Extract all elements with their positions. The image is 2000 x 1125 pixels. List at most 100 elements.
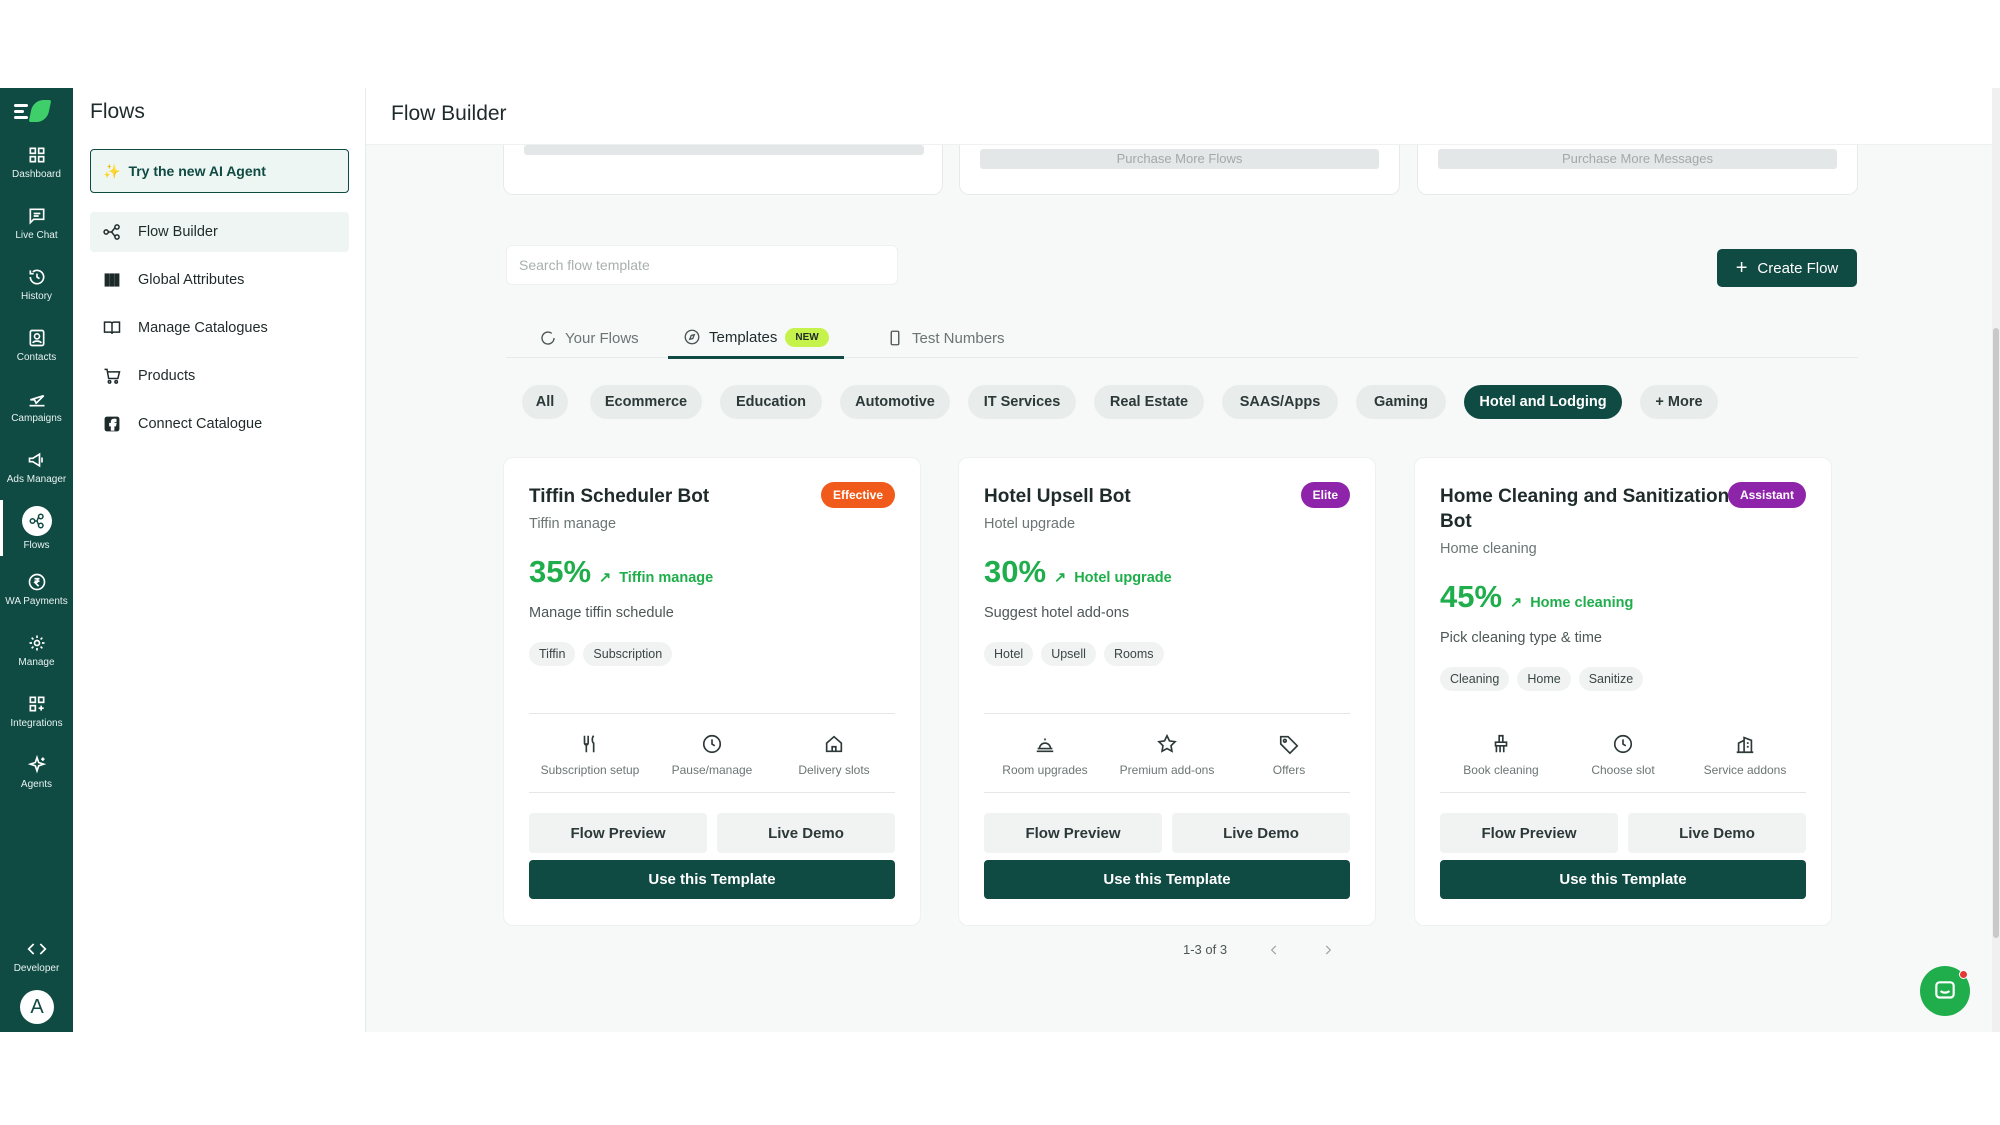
card-buttons: Flow Preview Live Demo bbox=[529, 813, 895, 853]
feature: Book cleaning bbox=[1440, 733, 1562, 793]
chip-education[interactable]: Education bbox=[720, 385, 822, 419]
card-description: Suggest hotel add-ons bbox=[984, 605, 1130, 621]
gear-icon bbox=[29, 635, 44, 650]
messages-card: Purchase More Messages bbox=[1417, 143, 1858, 195]
rail-label: Campaigns bbox=[11, 412, 62, 424]
trend-up-icon: ↗ bbox=[1510, 595, 1523, 611]
tab-test-numbers[interactable]: Test Numbers bbox=[886, 318, 1005, 358]
purchase-messages-button[interactable]: Purchase More Messages bbox=[1438, 149, 1837, 169]
template-card: Hotel Upsell Bot Elite Hotel upgrade 30%… bbox=[958, 457, 1376, 926]
search-input[interactable]: Search flow template bbox=[506, 245, 898, 285]
feature: Offers bbox=[1228, 733, 1350, 793]
rail-flows[interactable]: Flows bbox=[0, 500, 73, 556]
chevron-left-icon[interactable] bbox=[1267, 943, 1281, 957]
facebook-icon bbox=[104, 416, 120, 432]
card-trend: Tiffin manage bbox=[619, 570, 714, 586]
rail-label: Flows bbox=[23, 539, 50, 551]
chat-icon bbox=[29, 208, 44, 225]
pagination-text: 1-3 of 3 bbox=[1183, 942, 1228, 957]
card-description: Pick cleaning type & time bbox=[1440, 630, 1602, 646]
rail-dashboard[interactable]: Dashboard bbox=[0, 134, 73, 190]
tabs: Your Flows Templates NEW Test Numbers bbox=[506, 318, 1858, 359]
template-card: Home Cleaning and Sanitization Bot Assis… bbox=[1414, 457, 1832, 926]
rail-live-chat[interactable]: Live Chat bbox=[0, 195, 73, 251]
send-icon bbox=[29, 394, 44, 406]
rail-label: Agents bbox=[20, 778, 53, 790]
chat-icon bbox=[1935, 981, 1955, 999]
rail-ads-manager[interactable]: Ads Manager bbox=[0, 439, 73, 495]
tab-your-flows[interactable]: Your Flows bbox=[539, 318, 639, 358]
chip-ecommerce[interactable]: Ecommerce bbox=[590, 385, 702, 419]
card-subtitle: Home cleaning bbox=[1440, 541, 1537, 557]
cart-icon bbox=[104, 368, 121, 384]
feature: Pause/manage bbox=[651, 733, 773, 793]
chip-real-estate[interactable]: Real Estate bbox=[1094, 385, 1204, 419]
rail-agents[interactable]: Agents bbox=[0, 744, 73, 800]
side-item-connect-catalogue[interactable]: Connect Catalogue bbox=[90, 404, 349, 444]
card-badge: Assistant bbox=[1727, 482, 1806, 508]
divider bbox=[984, 792, 1350, 793]
tag: Rooms bbox=[1103, 642, 1164, 666]
try-ai-agent-button[interactable]: ✨ Try the new AI Agent bbox=[90, 149, 349, 193]
card-tags: Tiffin Subscription bbox=[529, 642, 673, 666]
card-percent: 45% bbox=[1440, 579, 1503, 614]
tag: Hotel bbox=[984, 642, 1034, 666]
chat-widget-button[interactable] bbox=[1920, 966, 1970, 1016]
scrollbar-thumb[interactable] bbox=[1993, 328, 1999, 938]
flow-preview-button[interactable]: Flow Preview bbox=[984, 813, 1162, 853]
live-demo-button[interactable]: Live Demo bbox=[1172, 813, 1350, 853]
rail-manage[interactable]: Manage bbox=[0, 622, 73, 678]
tab-templates[interactable]: Templates NEW bbox=[668, 318, 844, 359]
sparkle-icon bbox=[27, 754, 46, 773]
flow-preview-button[interactable]: Flow Preview bbox=[529, 813, 707, 853]
feature-label: Room upgrades bbox=[1002, 763, 1088, 777]
rail-contacts[interactable]: Contacts bbox=[0, 317, 73, 373]
live-demo-button[interactable]: Live Demo bbox=[1628, 813, 1806, 853]
rail-history[interactable]: History bbox=[0, 256, 73, 312]
compass-icon bbox=[684, 329, 700, 345]
side-item-flow-builder[interactable]: Flow Builder bbox=[90, 212, 349, 252]
avatar[interactable]: A bbox=[20, 990, 54, 1024]
use-template-button[interactable]: Use this Template bbox=[1440, 860, 1806, 899]
feature: Premium add-ons bbox=[1106, 733, 1228, 793]
side-item-products[interactable]: Products bbox=[90, 356, 349, 396]
utensils-icon bbox=[583, 735, 595, 753]
topbar: Flow Builder bbox=[366, 88, 2000, 145]
side-item-manage-catalogues[interactable]: Manage Catalogues bbox=[90, 308, 349, 348]
clock-icon bbox=[702, 734, 722, 754]
rail-integrations[interactable]: Integrations bbox=[0, 683, 73, 739]
flow-preview-button[interactable]: Flow Preview bbox=[1440, 813, 1618, 853]
feature: Subscription setup bbox=[529, 733, 651, 793]
rail-campaigns[interactable]: Campaigns bbox=[0, 378, 73, 434]
chip-more[interactable]: + More bbox=[1640, 385, 1718, 419]
use-template-button[interactable]: Use this Template bbox=[984, 860, 1350, 899]
use-template-button[interactable]: Use this Template bbox=[529, 860, 895, 899]
rupee-icon bbox=[28, 573, 45, 590]
rail-label: History bbox=[20, 290, 53, 302]
plus-icon: + bbox=[1735, 257, 1748, 279]
scrollbar[interactable] bbox=[1992, 88, 2000, 1032]
flows-icon bbox=[103, 224, 120, 240]
columns-icon bbox=[104, 273, 120, 287]
feature: Service addons bbox=[1684, 733, 1806, 793]
rail-developer[interactable]: Developer bbox=[0, 928, 73, 984]
purchase-flows-button[interactable]: Purchase More Flows bbox=[980, 149, 1379, 169]
live-demo-button[interactable]: Live Demo bbox=[717, 813, 895, 853]
main-content: Purchase More Flows Purchase More Messag… bbox=[366, 88, 2000, 1032]
spinner-icon bbox=[541, 331, 555, 345]
side-item-global-attributes[interactable]: Global Attributes bbox=[90, 260, 349, 300]
chip-automotive[interactable]: Automotive bbox=[840, 385, 950, 419]
chip-hotel-and-lodging[interactable]: Hotel and Lodging bbox=[1464, 385, 1622, 419]
tab-label: Templates bbox=[709, 328, 778, 346]
chip-it-services[interactable]: IT Services bbox=[968, 385, 1076, 419]
chevron-right-icon[interactable] bbox=[1321, 943, 1335, 957]
chip-all[interactable]: All bbox=[522, 385, 568, 419]
rail-label: Ads Manager bbox=[6, 473, 67, 485]
pagination: 1-3 of 3 bbox=[1183, 942, 1335, 957]
chip-saas-apps[interactable]: SAAS/Apps bbox=[1222, 385, 1338, 419]
card-percent: 35% bbox=[529, 554, 592, 589]
create-flow-button[interactable]: + Create Flow bbox=[1717, 249, 1857, 287]
divider bbox=[984, 713, 1350, 714]
chip-gaming[interactable]: Gaming bbox=[1356, 385, 1446, 419]
rail-wa-payments[interactable]: WA Payments bbox=[0, 561, 73, 617]
